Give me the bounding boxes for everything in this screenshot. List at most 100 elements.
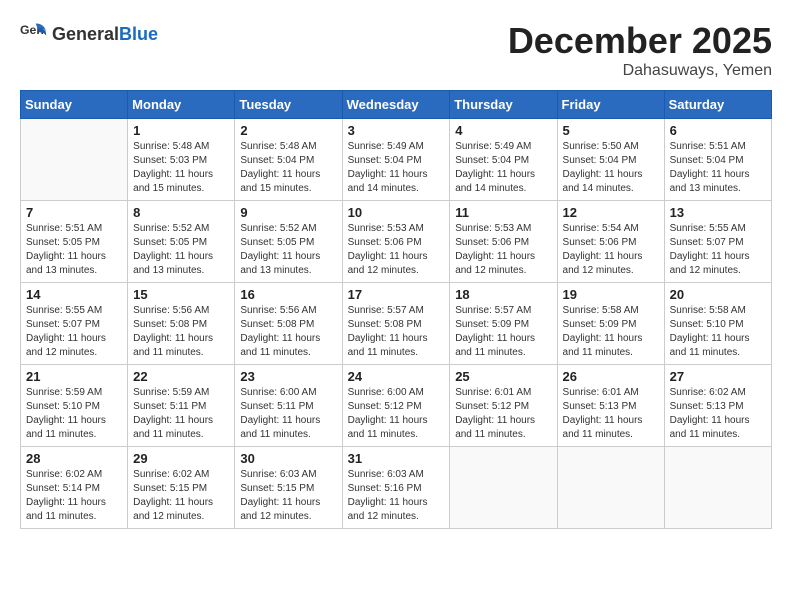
weekday-header: Thursday: [450, 91, 557, 119]
day-number: 10: [348, 205, 445, 220]
calendar-cell: 17 Sunrise: 5:57 AMSunset: 5:08 PMDaylig…: [342, 283, 450, 365]
day-info: Sunrise: 6:02 AMSunset: 5:14 PMDaylight:…: [26, 468, 122, 524]
calendar-cell: 16 Sunrise: 5:56 AMSunset: 5:08 PMDaylig…: [235, 283, 342, 365]
calendar-cell: 24 Sunrise: 6:00 AMSunset: 5:12 PMDaylig…: [342, 365, 450, 447]
day-number: 5: [563, 123, 659, 138]
day-info: Sunrise: 5:57 AMSunset: 5:09 PMDaylight:…: [455, 304, 551, 360]
weekday-header: Sunday: [21, 91, 128, 119]
weekday-header: Wednesday: [342, 91, 450, 119]
day-number: 17: [348, 287, 445, 302]
calendar-cell: 12 Sunrise: 5:54 AMSunset: 5:06 PMDaylig…: [557, 201, 664, 283]
day-number: 9: [240, 205, 336, 220]
day-number: 24: [348, 369, 445, 384]
day-number: 31: [348, 451, 445, 466]
day-number: 11: [455, 205, 551, 220]
day-number: 25: [455, 369, 551, 384]
calendar-week-row: 7 Sunrise: 5:51 AMSunset: 5:05 PMDayligh…: [21, 201, 772, 283]
day-info: Sunrise: 5:53 AMSunset: 5:06 PMDaylight:…: [455, 222, 551, 278]
day-info: Sunrise: 5:55 AMSunset: 5:07 PMDaylight:…: [26, 304, 122, 360]
calendar-week-row: 1 Sunrise: 5:48 AMSunset: 5:03 PMDayligh…: [21, 119, 772, 201]
day-info: Sunrise: 6:02 AMSunset: 5:13 PMDaylight:…: [670, 386, 766, 442]
calendar-cell: 1 Sunrise: 5:48 AMSunset: 5:03 PMDayligh…: [128, 119, 235, 201]
calendar-cell: 23 Sunrise: 6:00 AMSunset: 5:11 PMDaylig…: [235, 365, 342, 447]
day-number: 13: [670, 205, 766, 220]
day-number: 12: [563, 205, 659, 220]
day-number: 22: [133, 369, 229, 384]
day-info: Sunrise: 6:01 AMSunset: 5:12 PMDaylight:…: [455, 386, 551, 442]
day-info: Sunrise: 5:50 AMSunset: 5:04 PMDaylight:…: [563, 140, 659, 196]
day-info: Sunrise: 5:52 AMSunset: 5:05 PMDaylight:…: [133, 222, 229, 278]
day-info: Sunrise: 5:56 AMSunset: 5:08 PMDaylight:…: [240, 304, 336, 360]
calendar-cell: 2 Sunrise: 5:48 AMSunset: 5:04 PMDayligh…: [235, 119, 342, 201]
calendar-cell: [450, 447, 557, 529]
day-info: Sunrise: 6:01 AMSunset: 5:13 PMDaylight:…: [563, 386, 659, 442]
calendar-cell: 3 Sunrise: 5:49 AMSunset: 5:04 PMDayligh…: [342, 119, 450, 201]
calendar-week-row: 28 Sunrise: 6:02 AMSunset: 5:14 PMDaylig…: [21, 447, 772, 529]
calendar-cell: 20 Sunrise: 5:58 AMSunset: 5:10 PMDaylig…: [664, 283, 771, 365]
calendar-cell: 6 Sunrise: 5:51 AMSunset: 5:04 PMDayligh…: [664, 119, 771, 201]
calendar-cell: 15 Sunrise: 5:56 AMSunset: 5:08 PMDaylig…: [128, 283, 235, 365]
calendar-cell: 27 Sunrise: 6:02 AMSunset: 5:13 PMDaylig…: [664, 365, 771, 447]
day-info: Sunrise: 5:59 AMSunset: 5:11 PMDaylight:…: [133, 386, 229, 442]
day-info: Sunrise: 5:51 AMSunset: 5:05 PMDaylight:…: [26, 222, 122, 278]
weekday-header: Friday: [557, 91, 664, 119]
weekday-header: Saturday: [664, 91, 771, 119]
calendar-cell: 30 Sunrise: 6:03 AMSunset: 5:15 PMDaylig…: [235, 447, 342, 529]
calendar-cell: 10 Sunrise: 5:53 AMSunset: 5:06 PMDaylig…: [342, 201, 450, 283]
day-info: Sunrise: 6:03 AMSunset: 5:16 PMDaylight:…: [348, 468, 445, 524]
calendar-cell: 26 Sunrise: 6:01 AMSunset: 5:13 PMDaylig…: [557, 365, 664, 447]
day-info: Sunrise: 5:49 AMSunset: 5:04 PMDaylight:…: [455, 140, 551, 196]
day-info: Sunrise: 5:52 AMSunset: 5:05 PMDaylight:…: [240, 222, 336, 278]
calendar-cell: 31 Sunrise: 6:03 AMSunset: 5:16 PMDaylig…: [342, 447, 450, 529]
day-number: 14: [26, 287, 122, 302]
day-info: Sunrise: 5:49 AMSunset: 5:04 PMDaylight:…: [348, 140, 445, 196]
calendar-cell: 8 Sunrise: 5:52 AMSunset: 5:05 PMDayligh…: [128, 201, 235, 283]
calendar-cell: 19 Sunrise: 5:58 AMSunset: 5:09 PMDaylig…: [557, 283, 664, 365]
day-info: Sunrise: 5:57 AMSunset: 5:08 PMDaylight:…: [348, 304, 445, 360]
calendar-cell: 28 Sunrise: 6:02 AMSunset: 5:14 PMDaylig…: [21, 447, 128, 529]
day-number: 19: [563, 287, 659, 302]
calendar-cell: 21 Sunrise: 5:59 AMSunset: 5:10 PMDaylig…: [21, 365, 128, 447]
calendar-cell: 7 Sunrise: 5:51 AMSunset: 5:05 PMDayligh…: [21, 201, 128, 283]
day-number: 8: [133, 205, 229, 220]
day-number: 6: [670, 123, 766, 138]
day-number: 1: [133, 123, 229, 138]
calendar-cell: 11 Sunrise: 5:53 AMSunset: 5:06 PMDaylig…: [450, 201, 557, 283]
day-info: Sunrise: 5:56 AMSunset: 5:08 PMDaylight:…: [133, 304, 229, 360]
day-info: Sunrise: 5:58 AMSunset: 5:10 PMDaylight:…: [670, 304, 766, 360]
day-info: Sunrise: 6:00 AMSunset: 5:11 PMDaylight:…: [240, 386, 336, 442]
day-number: 29: [133, 451, 229, 466]
day-info: Sunrise: 5:48 AMSunset: 5:04 PMDaylight:…: [240, 140, 336, 196]
day-number: 30: [240, 451, 336, 466]
day-info: Sunrise: 5:51 AMSunset: 5:04 PMDaylight:…: [670, 140, 766, 196]
day-number: 15: [133, 287, 229, 302]
calendar-cell: 14 Sunrise: 5:55 AMSunset: 5:07 PMDaylig…: [21, 283, 128, 365]
day-number: 20: [670, 287, 766, 302]
day-info: Sunrise: 6:03 AMSunset: 5:15 PMDaylight:…: [240, 468, 336, 524]
calendar-week-row: 21 Sunrise: 5:59 AMSunset: 5:10 PMDaylig…: [21, 365, 772, 447]
logo-general: General: [52, 24, 119, 44]
day-number: 7: [26, 205, 122, 220]
calendar-cell: [557, 447, 664, 529]
calendar-week-row: 14 Sunrise: 5:55 AMSunset: 5:07 PMDaylig…: [21, 283, 772, 365]
logo: Gen GeneralBlue: [20, 20, 158, 48]
title-section: December 2025 Dahasuways, Yemen: [508, 20, 772, 80]
calendar-table: SundayMondayTuesdayWednesdayThursdayFrid…: [20, 90, 772, 529]
calendar-cell: 9 Sunrise: 5:52 AMSunset: 5:05 PMDayligh…: [235, 201, 342, 283]
calendar-cell: 13 Sunrise: 5:55 AMSunset: 5:07 PMDaylig…: [664, 201, 771, 283]
calendar-header-row: SundayMondayTuesdayWednesdayThursdayFrid…: [21, 91, 772, 119]
day-number: 4: [455, 123, 551, 138]
day-number: 18: [455, 287, 551, 302]
page-header: Gen GeneralBlue December 2025 Dahasuways…: [20, 20, 772, 80]
logo-blue: Blue: [119, 24, 158, 44]
calendar-cell: 4 Sunrise: 5:49 AMSunset: 5:04 PMDayligh…: [450, 119, 557, 201]
day-number: 28: [26, 451, 122, 466]
day-number: 26: [563, 369, 659, 384]
weekday-header: Monday: [128, 91, 235, 119]
calendar-cell: [21, 119, 128, 201]
day-info: Sunrise: 5:59 AMSunset: 5:10 PMDaylight:…: [26, 386, 122, 442]
day-info: Sunrise: 6:02 AMSunset: 5:15 PMDaylight:…: [133, 468, 229, 524]
day-number: 23: [240, 369, 336, 384]
day-info: Sunrise: 5:55 AMSunset: 5:07 PMDaylight:…: [670, 222, 766, 278]
month-title: December 2025: [508, 20, 772, 62]
